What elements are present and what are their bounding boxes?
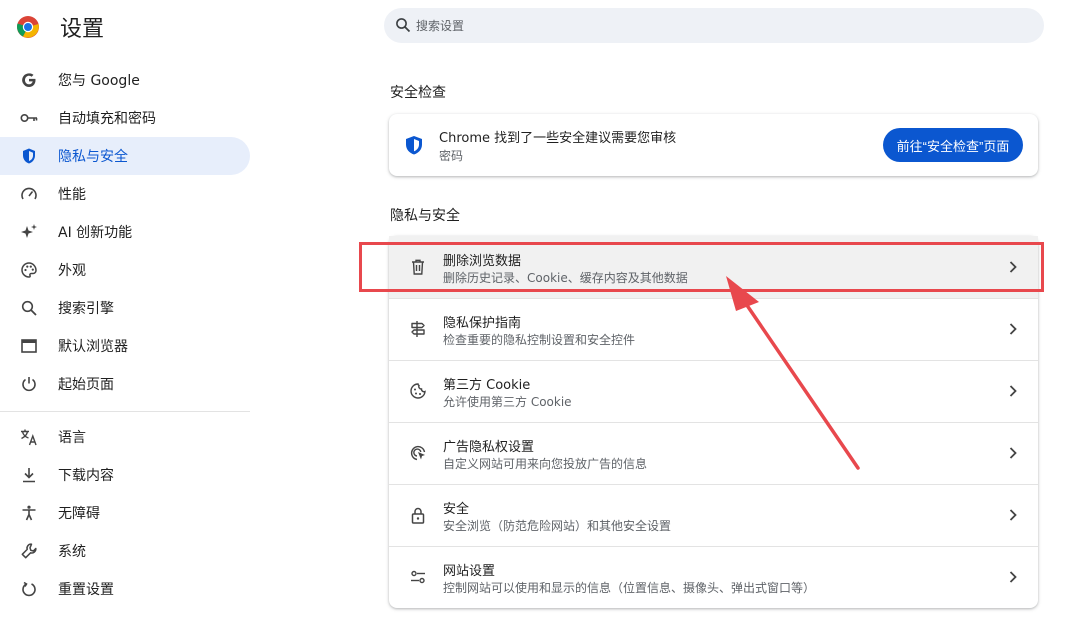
sidebar-item-system[interactable]: 系统 [0,532,250,570]
annotation-highlight-box [359,242,1044,292]
sidebar-item-downloads[interactable]: 下载内容 [0,456,250,494]
row-title: 第三方 Cookie [443,378,531,393]
sidebar-divider [0,411,250,412]
sidebar: 设置 您与 Google 自动填充和密码 隐私与安全 性能 AI 创新功能 外观… [0,0,260,628]
row-subtitle: 自定义网站可用来向您投放广告的信息 [443,457,648,471]
reset-icon [20,580,38,598]
row-subtitle: 安全浏览（防范危险网站）和其他安全设置 [443,519,672,533]
sidebar-item-label: 您与 Google [58,73,140,89]
sidebar-item-label: 隐私与安全 [58,149,128,165]
safety-check-heading: 安全检查 [390,85,446,101]
search-icon [396,18,411,33]
sidebar-item-label: AI 创新功能 [58,225,133,241]
chevron-right-icon [1009,571,1017,583]
page-title: 设置 [60,17,105,42]
sidebar-item-label: 搜索引擎 [58,301,114,317]
sidebar-item-label: 重置设置 [58,582,114,598]
chevron-right-icon [1009,447,1017,459]
safety-check-subtitle: 密码 [439,149,464,163]
sidebar-item-label: 下载内容 [58,468,114,484]
sidebar-nav: 您与 Google 自动填充和密码 隐私与安全 性能 AI 创新功能 外观 搜索… [0,61,250,608]
shield-icon [20,147,38,165]
tune-icon [409,568,427,586]
sidebar-item-startup[interactable]: 起始页面 [0,365,250,403]
sidebar-item-appearance[interactable]: 外观 [0,251,250,289]
sidebar-item-ai[interactable]: AI 创新功能 [0,213,250,251]
shield-check-icon [406,136,422,155]
row-site-settings[interactable]: 网站设置 控制网站可以使用和显示的信息（位置信息、摄像头、弹出式窗口等） [389,546,1038,608]
chevron-right-icon [1009,323,1017,335]
sidebar-item-label: 语言 [58,430,86,446]
privacy-heading: 隐私与安全 [390,208,460,224]
row-title: 广告隐私权设置 [443,440,535,455]
chevron-right-icon [1009,385,1017,397]
row-title: 安全 [443,502,470,517]
palette-icon [20,261,38,279]
row-subtitle: 检查重要的隐私控制设置和安全控件 [443,333,636,347]
accessibility-icon [20,504,38,522]
safety-check-message: Chrome 找到了一些安全建议需要您审核 [439,131,677,146]
sidebar-item-performance[interactable]: 性能 [0,175,250,213]
key-icon [20,109,38,127]
sidebar-item-label: 自动填充和密码 [58,111,156,127]
row-title: 隐私保护指南 [443,316,522,331]
search-bar [384,8,1044,43]
sidebar-item-you-and-google[interactable]: 您与 Google [0,61,250,99]
sidebar-item-accessibility[interactable]: 无障碍 [0,494,250,532]
sidebar-item-label: 系统 [58,544,86,560]
row-divider [389,298,1038,299]
row-divider [389,422,1038,423]
row-divider [389,360,1038,361]
sparkle-icon [20,223,38,241]
browser-window-icon [20,337,38,355]
ads-privacy-icon [409,444,427,462]
lock-icon [409,506,427,524]
sidebar-item-label: 默认浏览器 [58,339,128,355]
sidebar-item-search-engine[interactable]: 搜索引擎 [0,289,250,327]
translate-icon [20,428,38,446]
brand: 设置 [16,12,104,42]
chrome-logo-icon [17,16,39,38]
go-to-safety-check-button[interactable]: 前往“安全检查”页面 [883,128,1023,162]
sidebar-item-label: 无障碍 [58,506,100,522]
safety-check-card: Chrome 找到了一些安全建议需要您审核 密码 前往“安全检查”页面 [389,114,1038,176]
sidebar-item-reset[interactable]: 重置设置 [0,570,250,608]
row-divider [389,484,1038,485]
sidebar-item-default-browser[interactable]: 默认浏览器 [0,327,250,365]
power-icon [20,375,38,393]
row-privacy-guide[interactable]: 隐私保护指南 检查重要的隐私控制设置和安全控件 [389,298,1038,360]
row-title: 网站设置 [443,564,496,579]
cookie-icon [409,382,427,400]
chevron-right-icon [1009,509,1017,521]
row-ad-privacy[interactable]: 广告隐私权设置 自定义网站可用来向您投放广告的信息 [389,422,1038,484]
download-icon [20,466,38,484]
speedometer-icon [20,185,38,203]
signpost-icon [409,320,427,338]
sidebar-item-label: 起始页面 [58,377,114,393]
row-subtitle: 允许使用第三方 Cookie [443,395,572,409]
search-icon [20,299,38,317]
row-third-party-cookies[interactable]: 第三方 Cookie 允许使用第三方 Cookie [389,360,1038,422]
sidebar-item-privacy[interactable]: 隐私与安全 [0,137,250,175]
row-subtitle: 控制网站可以使用和显示的信息（位置信息、摄像头、弹出式窗口等） [443,581,816,595]
sidebar-item-label: 外观 [58,263,86,279]
google-icon [20,71,38,89]
row-divider [389,546,1038,547]
wrench-icon [20,542,38,560]
sidebar-item-autofill[interactable]: 自动填充和密码 [0,99,250,137]
sidebar-item-languages[interactable]: 语言 [0,418,250,456]
search-input[interactable] [414,14,1018,38]
sidebar-item-label: 性能 [58,187,86,203]
row-security[interactable]: 安全 安全浏览（防范危险网站）和其他安全设置 [389,484,1038,546]
